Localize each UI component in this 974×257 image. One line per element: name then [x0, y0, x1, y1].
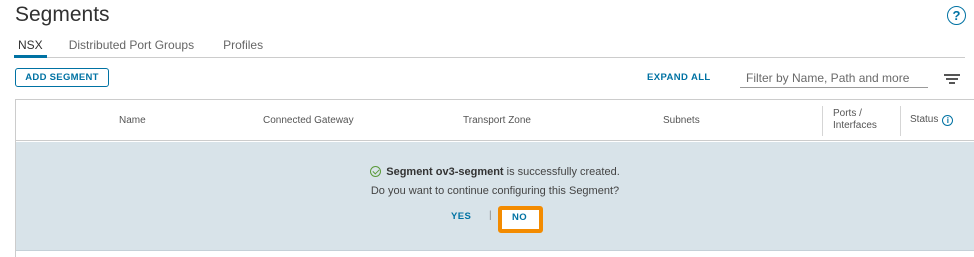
- info-icon[interactable]: i: [942, 115, 954, 126]
- continue-question: Do you want to continue configuring this…: [370, 185, 620, 197]
- segment-name: Segment ov3-segment: [386, 166, 504, 178]
- tab-distributed-port-groups[interactable]: Distributed Port Groups: [69, 36, 194, 58]
- tab-profiles[interactable]: Profiles: [223, 36, 263, 58]
- check-circle-icon: [370, 166, 382, 177]
- column-separator[interactable]: [900, 106, 901, 136]
- ports-label-line2: Interfaces: [833, 120, 877, 131]
- column-header-status[interactable]: Status i: [910, 114, 954, 126]
- no-button[interactable]: NO: [512, 212, 527, 223]
- success-message: Segment ov3-segment is successfully crea…: [16, 166, 974, 178]
- expand-all-button[interactable]: EXPAND ALL: [647, 72, 711, 83]
- tab-bar: NSX Distributed Port Groups Profiles: [14, 36, 965, 58]
- segments-grid: Name Connected Gateway Transport Zone Su…: [15, 99, 974, 257]
- tab-nsx[interactable]: NSX: [14, 36, 47, 58]
- column-header-ports-interfaces[interactable]: Ports / Interfaces: [833, 108, 877, 132]
- filter-lines-icon[interactable]: [944, 74, 960, 84]
- success-banner: Segment ov3-segment is successfully crea…: [16, 142, 974, 251]
- add-segment-button[interactable]: ADD SEGMENT: [15, 68, 109, 87]
- column-header-name[interactable]: Name: [119, 115, 146, 126]
- column-header-transport-zone[interactable]: Transport Zone: [463, 115, 531, 126]
- yes-button[interactable]: YES: [451, 211, 471, 222]
- ports-label-line1: Ports /: [833, 108, 862, 119]
- column-header-connected-gateway[interactable]: Connected Gateway: [263, 115, 354, 126]
- column-separator[interactable]: [822, 106, 823, 136]
- help-icon[interactable]: ?: [947, 6, 966, 25]
- created-text: is successfully created.: [503, 166, 620, 178]
- filter-input[interactable]: [740, 68, 928, 88]
- status-label: Status: [910, 114, 939, 125]
- page-title: Segments: [15, 3, 110, 26]
- column-header-subnets[interactable]: Subnets: [663, 115, 700, 126]
- grid-header: Name Connected Gateway Transport Zone Su…: [16, 100, 974, 141]
- button-separator: |: [489, 210, 492, 221]
